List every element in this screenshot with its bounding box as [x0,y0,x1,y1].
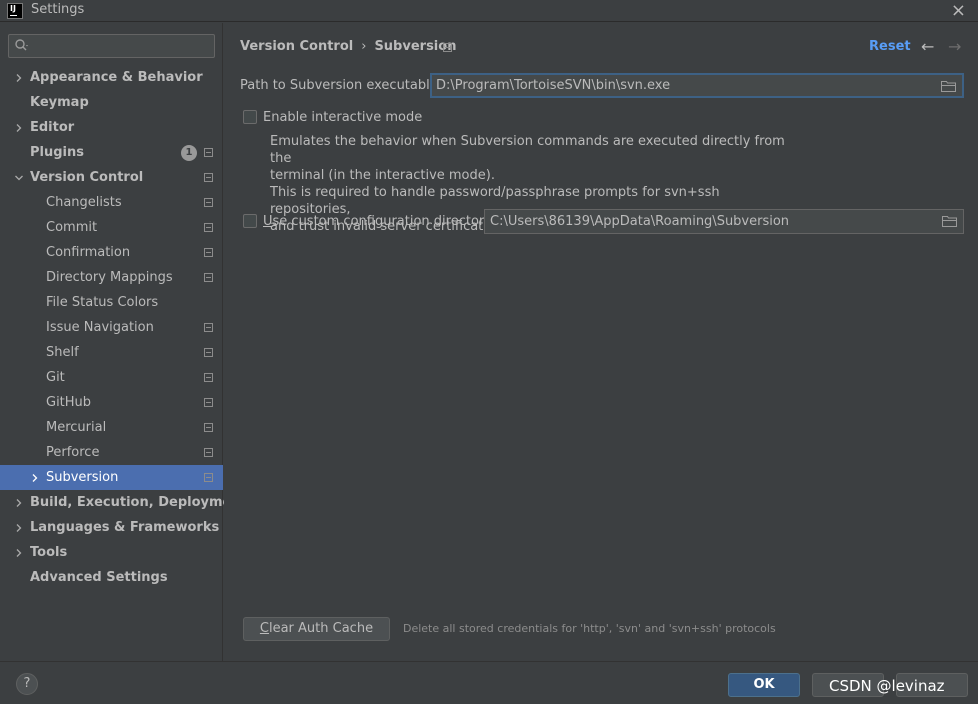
sidebar-item-label: Languages & Frameworks [30,520,220,535]
custom-config-dir-label[interactable]: Use custom configuration directory: [263,214,495,229]
sidebar-item-advanced-settings[interactable]: Advanced Settings [0,565,223,590]
project-scope-icon [204,273,213,282]
project-scope-icon [204,373,213,382]
sidebar-item-git[interactable]: Git [0,365,223,390]
sidebar-item-languages-frameworks[interactable]: Languages & Frameworks [0,515,223,540]
window-title: Settings [31,2,85,17]
search-icon [15,39,28,51]
sidebar-item-label: Perforce [46,445,100,460]
custom-config-dir-checkbox[interactable] [243,214,257,228]
sidebar-item-label: Keymap [30,95,89,110]
project-scope-icon [204,173,213,182]
close-icon[interactable]: × [951,0,966,21]
custom-config-dir-input[interactable]: C:\Users\86139\AppData\Roaming\Subversio… [484,209,964,234]
project-scope-icon [204,473,213,482]
path-input[interactable]: D:\Program\TortoiseSVN\bin\svn.exe [430,73,964,98]
project-scope-icon [204,448,213,457]
sidebar-item-label: Plugins [30,145,84,160]
sidebar-item-keymap[interactable]: Keymap [0,90,223,115]
sidebar-item-label: Subversion [46,470,119,485]
dialog-footer: ? OK CSDN @levinaz [0,661,978,704]
project-scope-icon [204,198,213,207]
sidebar-item-plugins[interactable]: Plugins 1 [0,140,223,165]
sidebar-item-label: Mercurial [46,420,107,435]
sidebar-item-version-control[interactable]: Version Control [0,165,223,190]
sidebar-item-label: Build, Execution, Deployment [30,495,247,510]
sidebar-item-perforce[interactable]: Perforce [0,440,223,465]
sidebar-item-label: Advanced Settings [30,570,168,585]
sidebar-item-label: GitHub [46,395,92,410]
title-bar: IJ Settings × [0,0,978,22]
sidebar-item-editor[interactable]: Editor [0,115,223,140]
folder-browse-icon[interactable] [941,80,956,92]
intellij-app-icon: IJ [7,3,23,19]
project-scope-icon [443,43,452,52]
project-scope-icon [204,248,213,257]
back-arrow-icon[interactable]: ← [921,37,934,56]
interactive-mode-checkbox[interactable] [243,110,257,124]
chevron-right-icon[interactable] [14,73,24,83]
subversion-settings-panel: Version Control › Subversion Reset ← → Pat… [224,23,978,661]
sidebar-item-directory-mappings[interactable]: Directory Mappings [0,265,223,290]
project-scope-icon [204,223,213,232]
breadcrumb: Version Control › Subversion [240,39,456,54]
sidebar-item-github[interactable]: GitHub [0,390,223,415]
sidebar-item-subversion[interactable]: Subversion [0,465,223,490]
sidebar-item-label: Issue Navigation [46,320,154,335]
search-input[interactable] [8,34,215,58]
custom-config-dir-value: C:\Users\86139\AppData\Roaming\Subversio… [490,214,790,229]
description-line: Emulates the behavior when Subversion co… [270,134,785,166]
sidebar-item-label: Tools [30,545,68,560]
chevron-right-icon[interactable] [14,548,24,558]
help-button[interactable]: ? [16,673,38,695]
sidebar-item-label: Appearance & Behavior [30,70,203,85]
interactive-mode-label[interactable]: Enable interactive mode [263,110,422,125]
chevron-right-icon[interactable] [14,523,24,533]
settings-sidebar: Appearance & Behavior Keymap Editor Plugins… [0,23,247,661]
reset-link[interactable]: Reset [869,39,911,54]
breadcrumb-parent[interactable]: Version Control [240,39,353,54]
sidebar-item-changelists[interactable]: Changelists [0,190,223,215]
sidebar-item-label: Editor [30,120,75,135]
folder-browse-icon[interactable] [942,215,957,227]
chevron-right-icon[interactable] [14,123,24,133]
chevron-right-icon[interactable] [14,498,24,508]
chevron-down-icon[interactable] [14,173,24,183]
sidebar-item-label: Shelf [46,345,79,360]
sidebar-item-file-status-colors[interactable]: File Status Colors [0,290,223,315]
sidebar-item-label: File Status Colors [46,295,159,310]
sidebar-item-build-execution-deployment[interactable]: Build, Execution, Deployment [0,490,247,515]
sidebar-item-confirmation[interactable]: Confirmation [0,240,223,265]
description-line: terminal (in the interactive mode). [270,168,495,183]
sidebar-item-label: Changelists [46,195,122,210]
breadcrumb-separator: › [361,39,367,54]
sidebar-item-commit[interactable]: Commit [0,215,223,240]
sidebar-item-appearance-behavior[interactable]: Appearance & Behavior [0,65,223,90]
watermark: CSDN @levinaz [829,677,945,695]
ok-button[interactable]: OK [728,673,800,697]
sidebar-item-label: Confirmation [46,245,131,260]
update-count-badge: 1 [181,145,197,161]
clear-auth-cache-button[interactable]: Clear Auth Cache [243,617,390,641]
clear-auth-cache-hint: Delete all stored credentials for 'http'… [403,622,776,635]
project-scope-icon [204,398,213,407]
chevron-right-icon[interactable] [30,473,40,483]
settings-tree: Appearance & Behavior Keymap Editor Plugins… [0,65,247,590]
sidebar-item-label: Directory Mappings [46,270,173,285]
project-scope-icon [204,323,213,332]
project-scope-icon [204,348,213,357]
project-scope-icon [204,148,213,157]
sidebar-item-label: Git [46,370,65,385]
forward-arrow-icon[interactable]: → [948,37,961,56]
sidebar-item-tools[interactable]: Tools [0,540,223,565]
path-value: D:\Program\TortoiseSVN\bin\svn.exe [436,78,671,93]
sidebar-item-issue-navigation[interactable]: Issue Navigation [0,315,223,340]
sidebar-item-label: Commit [46,220,98,235]
sidebar-item-mercurial[interactable]: Mercurial [0,415,223,440]
sidebar-item-shelf[interactable]: Shelf [0,340,223,365]
project-scope-icon [204,423,213,432]
path-label: Path to Subversion executable: [240,78,443,93]
sidebar-item-label: Version Control [30,170,144,185]
